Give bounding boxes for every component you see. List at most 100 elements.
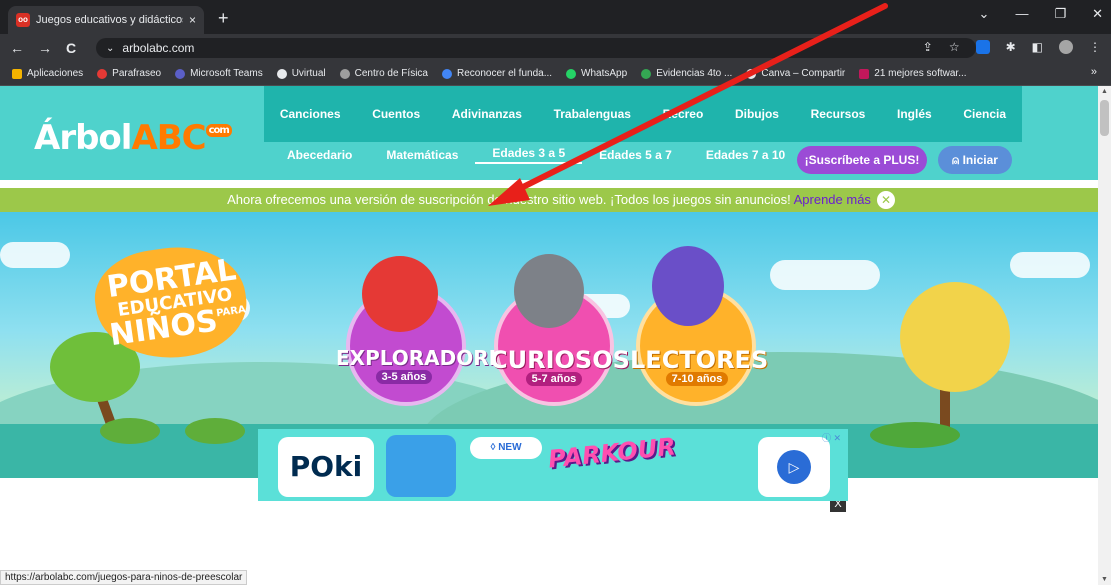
nav-ciencia[interactable]: Ciencia xyxy=(963,107,1006,121)
new-badge: ◊ NEW xyxy=(470,437,542,459)
tab-close-icon[interactable]: × xyxy=(189,13,196,27)
adchoices-icon[interactable]: ⓘ ✕ xyxy=(822,431,841,444)
nav-canciones[interactable]: Canciones xyxy=(280,107,341,121)
nav-edades-3-5[interactable]: Edades 3 a 5 xyxy=(475,146,583,164)
cloud xyxy=(1010,252,1090,278)
extensions-puzzle-icon[interactable]: ✱ xyxy=(1006,40,1016,54)
login-button[interactable]: ⍝ Iniciar xyxy=(938,146,1012,174)
share-icon[interactable]: ⇪ xyxy=(923,40,933,54)
apps-grid-icon xyxy=(12,68,22,79)
user-icon: ⍝ xyxy=(952,153,963,167)
tab-title: Juegos educativos y didácticos d xyxy=(36,14,183,26)
bookmark-item[interactable]: Centro de Física xyxy=(339,68,428,79)
window-controls: ⌄ — ❐ ✕ xyxy=(979,6,1103,22)
page-scrollbar[interactable]: ▲ ▼ xyxy=(1098,86,1111,585)
bookmark-item[interactable]: Reconocer el funda... xyxy=(441,68,552,79)
parafraseo-icon xyxy=(97,68,108,79)
s-icon xyxy=(441,68,452,79)
nav-recreo[interactable]: Recreo xyxy=(663,107,704,121)
side-panel-icon[interactable]: ◧ xyxy=(1032,40,1043,54)
portal-title: PORTAL EDUCATIVO NIÑOSPARA xyxy=(104,252,247,354)
close-window-button[interactable]: ✕ xyxy=(1092,6,1103,22)
scroll-down-icon[interactable]: ▼ xyxy=(1101,576,1108,583)
bookmark-item[interactable]: 21 mejores softwar... xyxy=(859,68,967,79)
menu-kebab-icon[interactable]: ⋮ xyxy=(1089,40,1101,54)
bookmarks-bar: Aplicaciones Parafraseo Microsoft Teams … xyxy=(0,62,1111,86)
nav-cuentos[interactable]: Cuentos xyxy=(372,107,420,121)
bookmark-item[interactable]: Aplicaciones xyxy=(12,68,83,79)
bush xyxy=(100,418,160,444)
advertisement[interactable]: POki ◊ NEW PARKOUR ▷ xyxy=(258,429,848,501)
teams-icon xyxy=(175,68,186,79)
reload-icon[interactable]: C xyxy=(66,40,76,56)
cloud xyxy=(770,260,880,290)
nav-edades-7-10[interactable]: Edades 7 a 10 xyxy=(689,148,802,162)
profile-avatar-icon[interactable] xyxy=(1059,40,1073,54)
drive-icon xyxy=(641,68,652,79)
nav-matematicas[interactable]: Matemáticas xyxy=(369,148,475,162)
nav-ingles[interactable]: Inglés xyxy=(897,107,932,121)
toolbar-icons: ⇪ ☆ ✱ ◧ ⋮ xyxy=(923,40,1101,54)
address-text[interactable]: arbolabc.com xyxy=(122,41,194,55)
bookmark-item[interactable]: Evidencias 4to ... xyxy=(641,68,732,79)
globe-icon xyxy=(746,68,757,79)
bookmark-item[interactable]: Parafraseo xyxy=(97,68,161,79)
forward-icon[interactable]: → xyxy=(38,40,52,56)
ad-game-title: PARKOUR xyxy=(546,432,677,474)
globe-icon xyxy=(276,68,287,79)
restore-button[interactable]: ❐ xyxy=(1054,6,1066,22)
nav-adivinanzas[interactable]: Adivinanzas xyxy=(452,107,522,121)
curiosos-label: CURIOSOS xyxy=(490,346,630,374)
cat-character xyxy=(652,246,724,326)
status-bar-url: https://arbolabc.com/juegos-para-ninos-d… xyxy=(0,570,248,585)
nav-trabalenguas[interactable]: Trabalenguas xyxy=(554,107,631,121)
bookmark-item[interactable]: Uvirtual xyxy=(276,68,326,79)
cloud xyxy=(0,242,70,268)
nav-recursos[interactable]: Recursos xyxy=(811,107,866,121)
bookmark-star-icon[interactable]: ☆ xyxy=(949,40,960,54)
minimize-button[interactable]: — xyxy=(1015,6,1028,22)
secondary-nav: Abecedario Matemáticas Edades 3 a 5 Edad… xyxy=(270,146,802,164)
bookmark-item[interactable]: Canva – Compartir xyxy=(746,68,845,79)
browser-tab[interactable]: oo Juegos educativos y didácticos d × xyxy=(8,6,204,34)
game-thumbnail xyxy=(386,435,456,497)
nav-edades-5-7[interactable]: Edades 5 a 7 xyxy=(582,148,689,162)
poki-logo: POki xyxy=(278,437,374,497)
scroll-thumb[interactable] xyxy=(1100,100,1109,136)
scroll-up-icon[interactable]: ▲ xyxy=(1101,88,1108,95)
subscription-notice: Ahora ofrecemos una versión de suscripci… xyxy=(0,188,1098,212)
nav-dibujos[interactable]: Dibujos xyxy=(735,107,779,121)
notice-text: Ahora ofrecemos una versión de suscripci… xyxy=(227,192,791,207)
lectores-label: LECTORES xyxy=(630,346,769,374)
fisica-icon xyxy=(339,68,350,79)
tree xyxy=(900,282,1010,392)
tab-favicon-icon: oo xyxy=(16,13,30,27)
web-page: ÁrbolABC com Canciones Cuentos Adivinanza… xyxy=(0,86,1098,585)
raccoon-character xyxy=(514,254,584,328)
bush xyxy=(870,422,960,448)
browser-tab-strip: oo Juegos educativos y didácticos d × + … xyxy=(0,0,1111,34)
site-logo[interactable]: ÁrbolABC com xyxy=(34,118,232,158)
nav-abecedario[interactable]: Abecedario xyxy=(270,148,369,162)
parrot-character xyxy=(362,256,438,332)
learn-more-link[interactable]: Aprende más xyxy=(794,192,871,207)
tab-search-icon[interactable]: ⌄ xyxy=(979,6,990,22)
m-icon xyxy=(859,68,870,79)
address-bar[interactable]: ⌄ arbolabc.com xyxy=(96,38,976,58)
back-icon[interactable]: ← xyxy=(10,40,24,56)
play-icon: ▷ xyxy=(777,450,811,484)
subscribe-plus-button[interactable]: ¡Suscríbete a PLUS! xyxy=(797,146,927,174)
bush xyxy=(185,418,245,444)
site-header: ÁrbolABC com Canciones Cuentos Adivinanza… xyxy=(0,86,1098,180)
bookmarks-overflow-button[interactable]: » xyxy=(1091,66,1097,78)
extension-outlook-icon[interactable] xyxy=(975,40,990,54)
exploradores-age: 3-5 años xyxy=(376,370,432,384)
notice-close-icon[interactable]: ✕ xyxy=(877,191,895,209)
site-info-icon[interactable]: ⌄ xyxy=(106,43,114,54)
ad-play-button[interactable]: ▷ xyxy=(758,437,830,497)
bookmark-item[interactable]: Microsoft Teams xyxy=(175,68,263,79)
new-tab-button[interactable]: + xyxy=(218,8,229,29)
bookmark-item[interactable]: WhatsApp xyxy=(566,68,627,79)
lectores-age: 7-10 años xyxy=(666,372,728,386)
primary-nav: Canciones Cuentos Adivinanzas Trabalengu… xyxy=(264,86,1022,142)
